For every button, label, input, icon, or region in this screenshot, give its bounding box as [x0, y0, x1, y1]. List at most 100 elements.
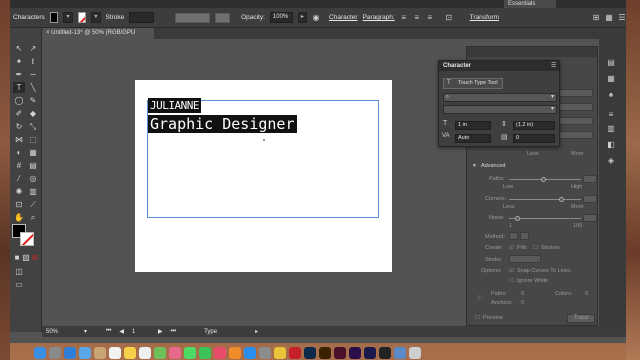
books-icon[interactable]	[229, 347, 241, 359]
touch-type-tool-button[interactable]: Touch Type Tool	[443, 78, 503, 89]
zoom-tool-icon[interactable]: ⌕	[27, 212, 39, 223]
first-artboard-icon[interactable]: ⏮	[106, 328, 111, 335]
fill-swatch[interactable]	[49, 12, 59, 23]
magic-wand-tool-icon[interactable]: ✦	[13, 56, 25, 67]
align-center-icon[interactable]: ≡	[413, 12, 421, 23]
mesh-tool-icon[interactable]: #	[13, 160, 25, 171]
selection-tool-icon[interactable]: ↖	[13, 43, 25, 54]
tracking-field[interactable]: 0	[513, 134, 555, 143]
brushes-panel-icon[interactable]: ♠	[605, 89, 617, 100]
method-abutting-button[interactable]	[509, 232, 518, 240]
opacity-field[interactable]: 100%	[269, 12, 293, 23]
paths-slider-knob[interactable]	[541, 177, 546, 182]
artboard[interactable]: JULIANNE Graphic Designer	[135, 80, 392, 272]
isolate-group-icon[interactable]: ⊞	[592, 12, 600, 23]
fill-dropdown[interactable]: ▾	[63, 12, 73, 23]
ellipse-tool-icon[interactable]: ◯	[13, 95, 25, 106]
stroke-value-field[interactable]	[509, 255, 541, 263]
messages-icon[interactable]	[184, 347, 196, 359]
notes-icon[interactable]	[124, 347, 136, 359]
snap-checkbox[interactable]: ☑	[509, 268, 514, 274]
facetime-icon[interactable]	[199, 347, 211, 359]
scale-tool-icon[interactable]: ⤡	[27, 121, 39, 132]
contacts-icon[interactable]	[94, 347, 106, 359]
launchpad-icon[interactable]	[49, 347, 61, 359]
trash-icon[interactable]	[409, 347, 421, 359]
font-size-field[interactable]: 1 in	[455, 121, 491, 130]
type-tool-icon[interactable]: T	[13, 82, 25, 93]
corners-slider-knob[interactable]	[559, 197, 564, 202]
free-transform-tool-icon[interactable]: ⬚	[27, 134, 39, 145]
status-menu-icon[interactable]: ▸	[255, 328, 258, 335]
maps-icon[interactable]	[154, 347, 166, 359]
advanced-toggle[interactable]: Advanced	[481, 163, 505, 169]
layers-panel-icon[interactable]: ◈	[605, 155, 617, 166]
reminders-icon[interactable]	[139, 347, 151, 359]
line-tool-icon[interactable]: ╲	[27, 82, 39, 93]
width-tool-icon[interactable]: ⋈	[13, 134, 25, 145]
screen-mode-icon[interactable]: ▭	[13, 279, 25, 290]
perspective-grid-tool-icon[interactable]: ▦	[27, 147, 39, 158]
canvas-area[interactable]: JULIANNE Graphic Designer	[42, 39, 462, 326]
acrobat-icon[interactable]	[289, 347, 301, 359]
slice-tool-icon[interactable]: ⟋	[27, 199, 39, 210]
pen-tool-icon[interactable]: ✒	[13, 69, 25, 80]
text-frame[interactable]: JULIANNE Graphic Designer	[147, 98, 379, 218]
arrange-documents-icon[interactable]: ▦	[605, 12, 613, 23]
illustrator-icon[interactable]	[319, 347, 331, 359]
direct-selection-tool-icon[interactable]: ↗	[27, 43, 39, 54]
finder-icon[interactable]	[34, 347, 46, 359]
stroke-panel-icon[interactable]: ≡	[605, 109, 617, 120]
paintbrush-tool-icon[interactable]: ✎	[27, 95, 39, 106]
color-panel-icon[interactable]: ▤	[605, 57, 617, 68]
gradient-panel-icon[interactable]: ▥	[605, 123, 617, 134]
symbol-sprayer-tool-icon[interactable]: ✺	[13, 186, 25, 197]
terminal-icon[interactable]	[379, 347, 391, 359]
status-mode[interactable]: Type	[204, 329, 217, 335]
rotate-tool-icon[interactable]: ↻	[13, 121, 25, 132]
next-artboard-icon[interactable]: ▶	[158, 328, 163, 335]
last-artboard-icon[interactable]: ⏭	[171, 328, 176, 335]
app-store-icon[interactable]	[244, 347, 256, 359]
paths-value-field[interactable]	[583, 175, 597, 183]
swatches-panel-icon[interactable]: ▦	[605, 73, 617, 84]
align-left-icon[interactable]: ≡	[400, 12, 408, 23]
blend-tool-icon[interactable]: ◎	[27, 173, 39, 184]
downloads-stack-icon[interactable]	[394, 347, 406, 359]
stroke-swatch[interactable]	[77, 12, 87, 23]
variable-width-profile[interactable]	[174, 12, 210, 23]
strokes-checkbox[interactable]: ☐	[533, 245, 538, 251]
character-panel-title[interactable]: Character	[439, 61, 559, 71]
more-options-icon[interactable]: ⊡	[445, 12, 453, 23]
column-graph-tool-icon[interactable]: ▥	[27, 186, 39, 197]
curvature-tool-icon[interactable]: ∽	[27, 69, 39, 80]
mail-icon[interactable]	[79, 347, 91, 359]
transform-link[interactable]: Transform	[470, 14, 499, 21]
stroke-color-dropdown[interactable]: ▾	[91, 12, 101, 23]
fills-checkbox[interactable]: ☑	[509, 245, 514, 251]
panel-menu-icon[interactable]: ☰	[551, 62, 556, 69]
previous-artboard-icon[interactable]: ◀	[119, 328, 124, 335]
photos-icon[interactable]	[169, 347, 181, 359]
music-icon[interactable]	[214, 347, 226, 359]
stroke-color-box[interactable]	[20, 232, 34, 246]
ignore-white-checkbox[interactable]: ☐	[509, 278, 514, 284]
text-line-name[interactable]: JULIANNE	[148, 98, 201, 113]
recolor-artwork-icon[interactable]: ◉	[312, 12, 320, 23]
trace-button[interactable]: Trace	[567, 314, 595, 323]
none-mode-icon[interactable]: ⊘	[29, 252, 41, 263]
method-overlapping-button[interactable]	[520, 232, 529, 240]
shape-builder-tool-icon[interactable]: ◐	[13, 147, 25, 158]
kerning-field[interactable]: Auto	[455, 134, 491, 143]
stroke-weight-field[interactable]	[129, 12, 154, 23]
preview-checkbox[interactable]: ☐	[475, 315, 480, 321]
premiere-icon[interactable]	[349, 347, 361, 359]
shaper-tool-icon[interactable]: ✐	[13, 108, 25, 119]
lasso-tool-icon[interactable]: ℓ	[27, 56, 39, 67]
panel-menu-icon[interactable]: ☰	[618, 12, 626, 23]
opacity-dropdown[interactable]: ▸	[297, 12, 308, 23]
style-dropdown-chevron-icon[interactable]: ▾	[551, 105, 554, 112]
corners-value-field[interactable]	[583, 195, 597, 203]
safari-icon[interactable]	[64, 347, 76, 359]
draw-mode-icon[interactable]: ◫	[13, 266, 25, 277]
